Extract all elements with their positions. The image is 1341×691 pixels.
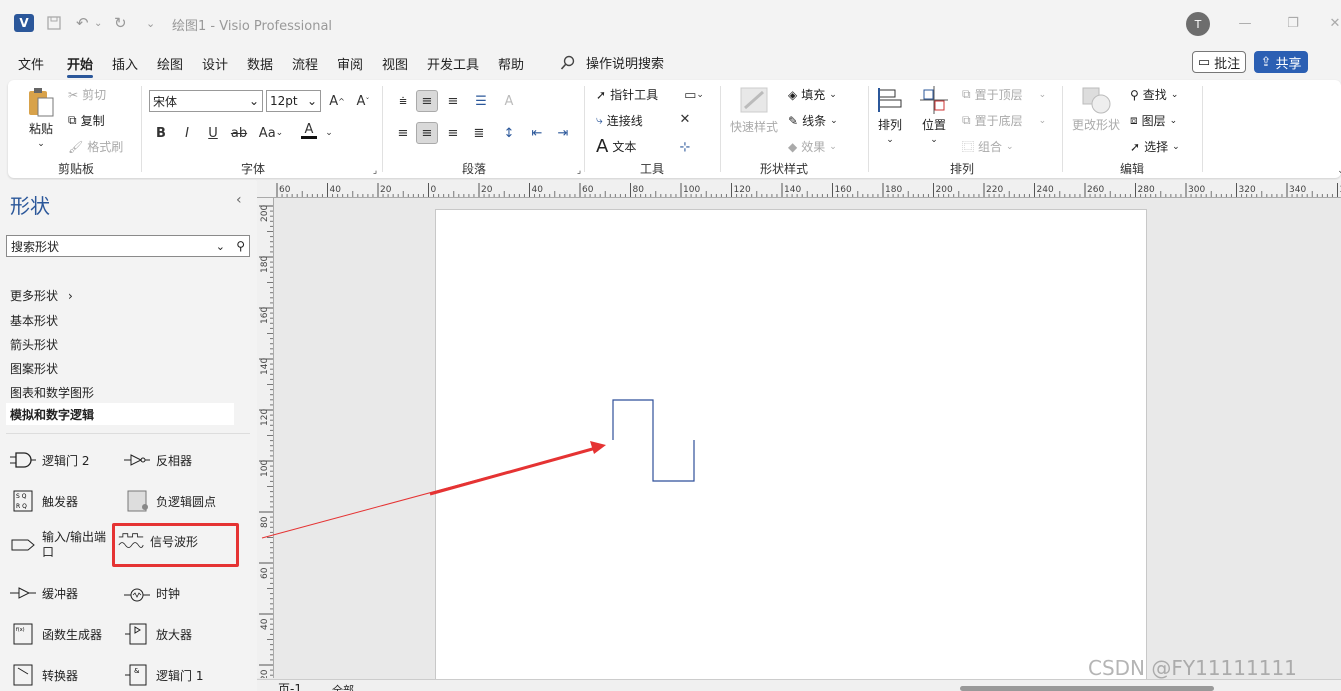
- watermark: CSDN @FY11111111: [1088, 656, 1297, 680]
- visio-window: V ↶ ⌄ ↻ ⌄ 绘图1 - Visio Professional T — ❐…: [0, 0, 1341, 691]
- annotation-arrow-shaft: [429, 446, 597, 496]
- signal-waveform-shape[interactable]: [612, 399, 695, 482]
- annotation-overlay: [261, 399, 695, 539]
- page-tab[interactable]: 页-1: [278, 680, 302, 691]
- horizontal-scrollbar[interactable]: [960, 686, 1214, 691]
- annotation-arrowhead: [590, 441, 606, 454]
- all-pages-tab[interactable]: 全部: [332, 682, 354, 691]
